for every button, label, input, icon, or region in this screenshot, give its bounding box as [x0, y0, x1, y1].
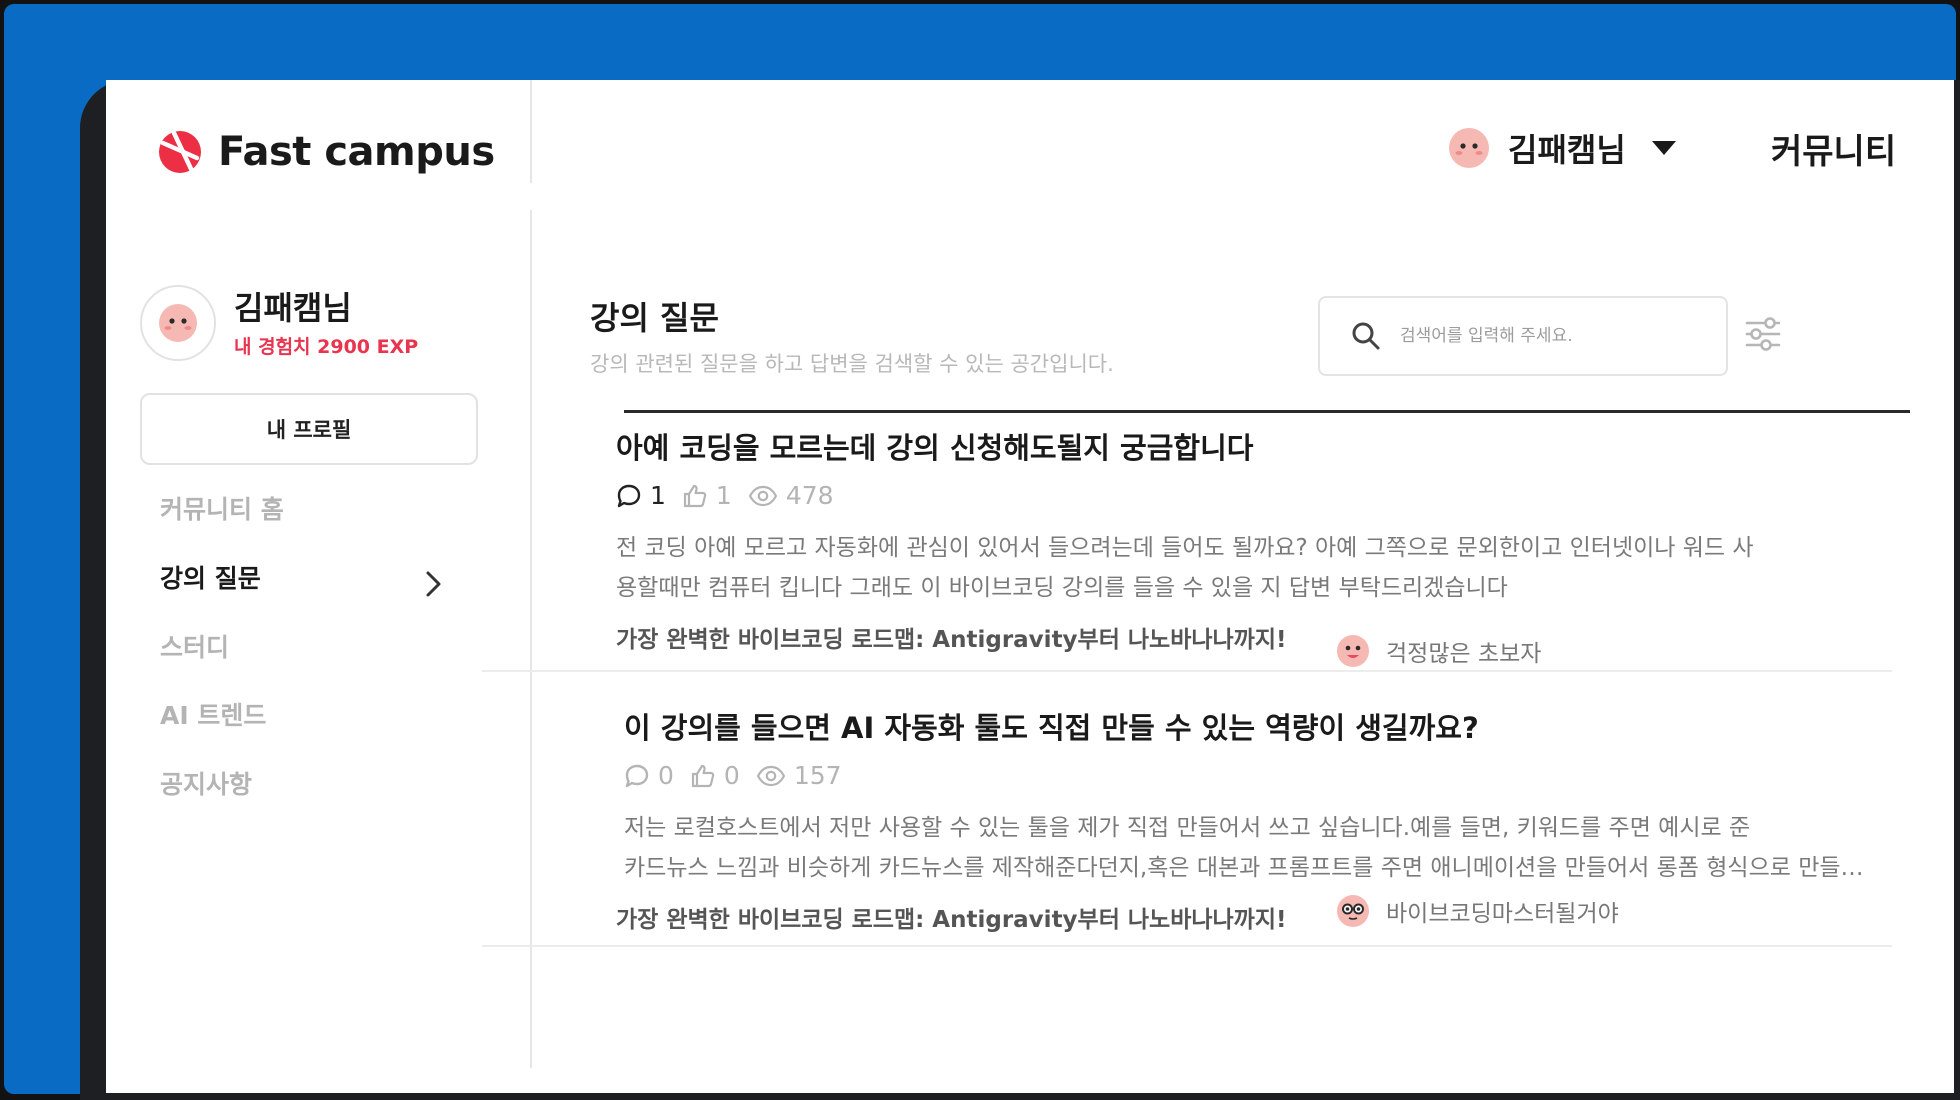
app-screen: Fast campus 김패캠님 커뮤니티 김패캠님 내 경험치 2900 EX… — [106, 80, 1954, 1093]
comment-count: 0 — [624, 761, 674, 790]
course-tag[interactable]: 가장 완벽한 바이브코딩 로드맵: Antigravity부터 나노바나나까지! — [616, 900, 1287, 934]
like-count: 1 — [682, 481, 732, 510]
post-stats: 0 0 157 — [624, 761, 1914, 790]
post-preview: 전 코딩 아예 모르고 자동화에 관심이 있어서 들으려는데 들어도 될까요? … — [616, 528, 1866, 608]
post-preview-line: 용할때만 컴퓨터 킵니다 그래도 이 바이브코딩 강의를 들을 수 있을 지 답… — [616, 575, 1508, 601]
sidebar-item-study[interactable]: 스터디 — [160, 628, 229, 664]
post-preview: 저는 로컬호스트에서 저만 사용할 수 있는 툴을 제가 직접 만들어서 쓰고 … — [624, 808, 1874, 888]
view-count: 478 — [748, 481, 834, 510]
like-count-value: 1 — [715, 481, 732, 510]
post-footer: 가장 완벽한 바이브코딩 로드맵: Antigravity부터 나노바나나까지!… — [616, 895, 1914, 950]
sidebar-item-notice[interactable]: 공지사항 — [160, 765, 252, 801]
sidebar-item-lecture-questions[interactable]: 강의 질문 — [160, 559, 261, 595]
post-preview-line: 카드뉴스 느낌과 비슷하게 카드뉴스를 제작해준다던지,혹은 대본과 프롬프트를… — [624, 855, 1874, 881]
post-title[interactable]: 아예 코딩을 모르는데 강의 신청해도될지 궁금합니다 — [616, 425, 1906, 467]
like-count: 0 — [690, 761, 740, 790]
profile-avatar-icon — [159, 304, 197, 342]
post-author: 바이브코딩마스터될거야 — [1336, 894, 1619, 928]
eye-icon — [756, 765, 786, 786]
comment-icon — [617, 484, 641, 507]
sidebar-divider — [530, 210, 532, 1068]
view-count-value: 157 — [793, 761, 842, 790]
list-divider — [482, 670, 1892, 672]
eye-icon — [748, 485, 778, 506]
page-title: 강의 질문 — [590, 299, 719, 337]
profile-card: 김패캠님 내 경험치 2900 EXP — [140, 285, 418, 361]
post-stats: 1 1 478 — [616, 481, 1906, 510]
header-user-name: 김패캠님 — [1508, 131, 1626, 169]
post-preview-line: 저는 로컬호스트에서 저만 사용할 수 있는 툴을 제가 직접 만들어서 쓰고 … — [624, 815, 1751, 841]
caret-down-icon[interactable] — [1651, 141, 1676, 155]
view-count: 157 — [756, 761, 842, 790]
thumbs-up-icon — [683, 484, 707, 507]
post-footer: 가장 완벽한 바이브코딩 로드맵: Antigravity부터 나노바나나까지!… — [616, 620, 1906, 670]
my-profile-button[interactable]: 내 프로필 — [140, 393, 478, 465]
post-preview-line: 전 코딩 아예 모르고 자동화에 관심이 있어서 들으려는데 들어도 될까요? … — [616, 535, 1754, 561]
thumbs-up-icon — [691, 764, 715, 787]
comment-count-value: 0 — [658, 761, 674, 790]
author-avatar-icon — [1337, 635, 1369, 667]
community-link[interactable]: 커뮤니티 — [1771, 124, 1896, 173]
author-avatar-icon — [1337, 895, 1369, 927]
logo-text: Fast campus — [218, 129, 495, 175]
author-name: 걱정많은 초보자 — [1386, 641, 1542, 667]
page-description: 강의 관련된 질문을 하고 답변을 검색할 수 있는 공간입니다. — [590, 352, 1114, 376]
sidebar-item-ai-trend[interactable]: AI 트렌드 — [160, 696, 266, 732]
like-count-value: 0 — [723, 761, 740, 790]
fastcampus-logo-icon — [159, 130, 201, 174]
comment-count: 1 — [616, 481, 666, 510]
chevron-right-icon[interactable] — [424, 570, 444, 598]
post-title[interactable]: 이 강의를 들으면 AI 자동화 툴도 직접 만들 수 있는 역량이 생길까요? — [624, 705, 1914, 747]
user-menu[interactable]: 김패캠님 — [1448, 125, 1676, 171]
search-input[interactable] — [1398, 325, 1722, 347]
course-tag[interactable]: 가장 완벽한 바이브코딩 로드맵: Antigravity부터 나노바나나까지! — [616, 620, 1287, 654]
post-author: 걱정많은 초보자 — [1336, 634, 1541, 668]
search-box[interactable] — [1318, 296, 1728, 376]
list-divider — [482, 945, 1892, 947]
profile-exp: 내 경험치 2900 EXP — [234, 335, 419, 358]
author-name: 바이브코딩마스터될거야 — [1386, 901, 1619, 927]
list-item[interactable]: 이 강의를 들으면 AI 자동화 툴도 직접 만들 수 있는 역량이 생길까요?… — [616, 705, 1914, 950]
list-top-divider — [624, 410, 1910, 413]
fastcampus-logo[interactable]: Fast campus — [156, 128, 495, 176]
user-avatar-icon — [1449, 128, 1489, 168]
view-count-value: 478 — [785, 481, 834, 510]
filter-settings-icon[interactable] — [1744, 316, 1782, 352]
list-item[interactable]: 아예 코딩을 모르는데 강의 신청해도될지 궁금합니다 1 1 478 전 코딩… — [616, 425, 1906, 670]
header-divider — [530, 80, 532, 183]
profile-name: 김패캠님 — [234, 288, 352, 327]
search-icon — [1352, 322, 1380, 350]
comment-count-value: 1 — [650, 481, 666, 510]
avatar — [140, 285, 216, 361]
sidebar-item-community-home[interactable]: 커뮤니티 홈 — [160, 490, 284, 526]
comment-icon — [625, 764, 649, 787]
